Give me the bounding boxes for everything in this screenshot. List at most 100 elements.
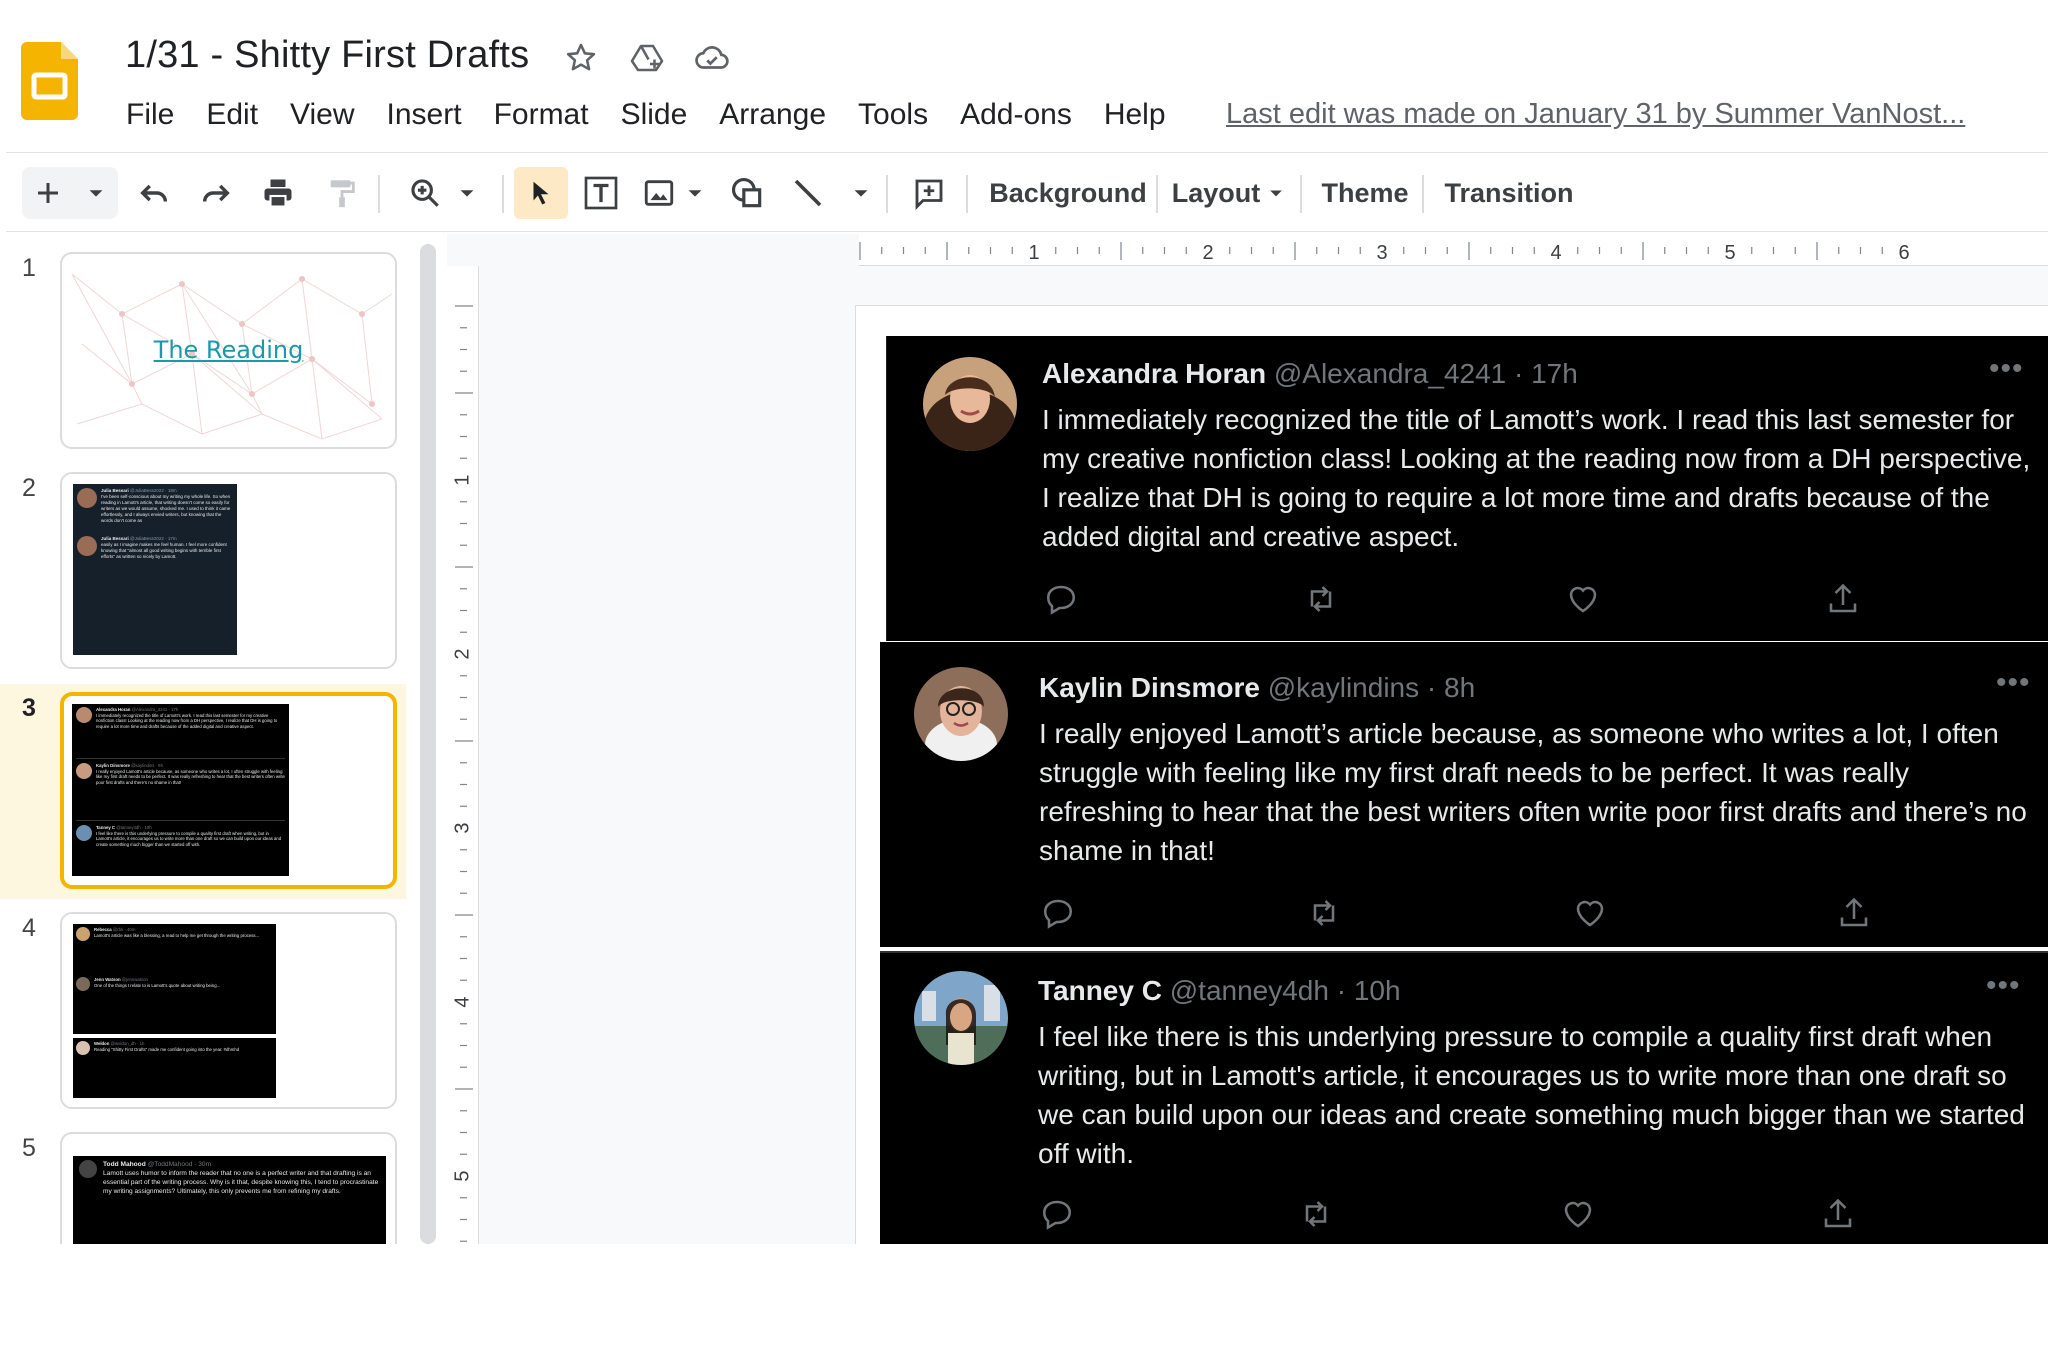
mini-tweet-name: Kaylin Dinsmore [96, 763, 130, 768]
move-to-drive-icon[interactable] [627, 38, 667, 78]
select-tool[interactable] [514, 167, 568, 219]
menu-slide[interactable]: Slide [605, 94, 704, 136]
last-edit-link[interactable]: Last edit was made on January 31 by Summ… [1226, 98, 1965, 131]
tweet-text: I feel like there is this underlying pre… [1038, 1021, 2025, 1169]
chevron-down-icon[interactable] [684, 182, 706, 204]
tweet-author-name[interactable]: Kaylin Dinsmore [1039, 672, 1260, 703]
tweet-handle-time[interactable]: @Alexandra_4241 · 17h [1274, 358, 1578, 389]
filmstrip-scrollbar[interactable] [420, 244, 436, 1244]
tweet-handle-time[interactable]: @kaylindins · 8h [1268, 672, 1475, 703]
horizontal-ruler[interactable]: 1 2 3 4 5 6 [477, 234, 2048, 266]
tweet-handle-time[interactable]: @tanney4dh · 10h [1170, 975, 1401, 1006]
mini-tweet: Julia Bessari @JuliaBess2022 · 17m easil… [77, 536, 233, 560]
tweet-screenshot-thumbnail: Todd Mahood @ToddMahood · 30m Lamott use… [73, 1156, 386, 1244]
tweet-card[interactable]: Tanney C @tanney4dh · 10h ••• I feel lik… [880, 951, 2048, 1244]
ruler-label: 1 [1028, 242, 1039, 264]
slide-number: 4 [22, 914, 36, 942]
more-options-icon[interactable]: ••• [1986, 969, 2021, 1003]
share-icon[interactable] [1836, 895, 1872, 931]
slide-thumbnail-2[interactable]: Julia Bessari @JuliaBess2022 · 18m I've … [60, 472, 397, 669]
line-tool[interactable] [786, 167, 876, 219]
menu-file[interactable]: File [110, 94, 190, 136]
slide-thumbnail-4[interactable]: Rebecca @rbk · 40m Lamott's article was l… [60, 912, 397, 1109]
toolbar-divider [886, 175, 888, 213]
layout-button[interactable]: Layout [1168, 167, 1290, 219]
vertical-ruler[interactable]: 1 2 3 4 5 [447, 266, 479, 1244]
cloud-saved-icon[interactable] [692, 38, 732, 78]
line-icon [794, 179, 822, 207]
chevron-down-icon[interactable] [850, 182, 872, 204]
mini-tweet: Alexandra Horan @Alexandra_4241 · 17h I … [76, 707, 285, 759]
new-slide-button[interactable] [22, 167, 118, 219]
retweet-icon[interactable] [1298, 1196, 1334, 1232]
reply-icon[interactable] [1039, 1196, 1075, 1232]
image-icon [644, 180, 674, 206]
chevron-down-icon[interactable] [456, 182, 478, 204]
cursor-arrow-icon [533, 181, 549, 205]
retweet-icon[interactable] [1303, 581, 1339, 617]
menu-help[interactable]: Help [1088, 94, 1182, 136]
share-icon[interactable] [1825, 581, 1861, 617]
background-button[interactable]: Background [982, 167, 1154, 219]
avatar [76, 1041, 90, 1055]
menu-add-ons[interactable]: Add-ons [944, 94, 1088, 136]
reply-icon[interactable] [1043, 581, 1079, 617]
theme-button[interactable]: Theme [1312, 167, 1418, 219]
print-button[interactable] [254, 167, 302, 219]
thumbnail-title-link[interactable]: The Reading [62, 336, 395, 364]
menu-format[interactable]: Format [478, 94, 605, 136]
zoom-button[interactable] [396, 167, 490, 219]
undo-icon [140, 184, 168, 202]
menu-tools[interactable]: Tools [842, 94, 944, 136]
mini-tweet: Jenn Watson @jennwatson One of the things… [76, 977, 273, 1027]
star-icon[interactable] [561, 38, 601, 78]
slide-canvas[interactable]: Alexandra Horan @Alexandra_4241 · 17h ••… [856, 306, 2048, 1244]
menu-arrange[interactable]: Arrange [703, 94, 842, 136]
ruler-label: 3 [1376, 242, 1387, 264]
transition-button[interactable]: Transition [1434, 167, 1584, 219]
tweet-card[interactable]: Alexandra Horan @Alexandra_4241 · 17h ••… [886, 336, 2048, 641]
tweet-author-name[interactable]: Tanney C [1038, 975, 1162, 1006]
add-comment-button[interactable] [904, 167, 954, 219]
document-title[interactable]: 1/31 - Shitty First Drafts [125, 34, 529, 77]
undo-button[interactable] [130, 167, 178, 219]
slide-number: 2 [22, 474, 36, 502]
retweet-icon[interactable] [1306, 895, 1342, 931]
mini-tweet-name: Jenn Watson [94, 977, 121, 982]
ruler-label: 5 [1724, 242, 1735, 264]
shape-tool[interactable] [722, 167, 772, 219]
more-options-icon[interactable]: ••• [1996, 666, 2031, 700]
redo-button[interactable] [192, 167, 240, 219]
like-heart-icon[interactable] [1565, 581, 1601, 617]
menu-insert[interactable]: Insert [371, 94, 478, 136]
more-options-icon[interactable]: ••• [1989, 352, 2024, 386]
menu-view[interactable]: View [274, 94, 370, 136]
layout-label: Layout [1171, 177, 1261, 208]
avatar [79, 1160, 97, 1178]
mini-tweet-text: Lamott's article was like a blessing, a … [94, 932, 260, 938]
tweet-author-name[interactable]: Alexandra Horan [1042, 358, 1266, 389]
tweet-header: Kaylin Dinsmore @kaylindins · 8h [1039, 672, 1475, 704]
ruler-label: 3 [451, 822, 473, 833]
tweet-header: Tanney C @tanney4dh · 10h [1038, 975, 1401, 1007]
slide-thumbnail-3[interactable]: Alexandra Horan @Alexandra_4241 · 17h I … [60, 692, 397, 889]
menu-edit[interactable]: Edit [190, 94, 274, 136]
mini-tweet-meta: @weldon_dh · 1h [110, 1041, 145, 1046]
tweet-card[interactable]: Kaylin Dinsmore @kaylindins · 8h ••• I r… [880, 642, 2048, 947]
ruler-label: 2 [1202, 242, 1213, 264]
slide-thumbnail-5[interactable]: Todd Mahood @ToddMahood · 30m Lamott use… [60, 1132, 397, 1244]
slide-thumbnail-1[interactable]: The Reading [60, 252, 397, 449]
paint-format-button[interactable] [318, 167, 366, 219]
text-box-tool[interactable] [576, 167, 626, 219]
mini-tweet-text: One of the things I relate to is Lamott'… [94, 982, 221, 988]
share-icon[interactable] [1820, 1196, 1856, 1232]
tweet-screenshot-thumbnail: Weldon @weldon_dh · 1h Reading "Shitty Fi… [73, 1038, 276, 1098]
like-heart-icon[interactable] [1560, 1196, 1596, 1232]
mini-tweet-meta: @JuliaBess2022 · 17m [130, 536, 177, 541]
chevron-down-icon[interactable] [85, 182, 107, 204]
insert-image-tool[interactable] [636, 167, 712, 219]
like-heart-icon[interactable] [1572, 895, 1608, 931]
avatar [76, 763, 92, 779]
reply-icon[interactable] [1040, 895, 1076, 931]
slides-logo[interactable] [21, 42, 78, 120]
